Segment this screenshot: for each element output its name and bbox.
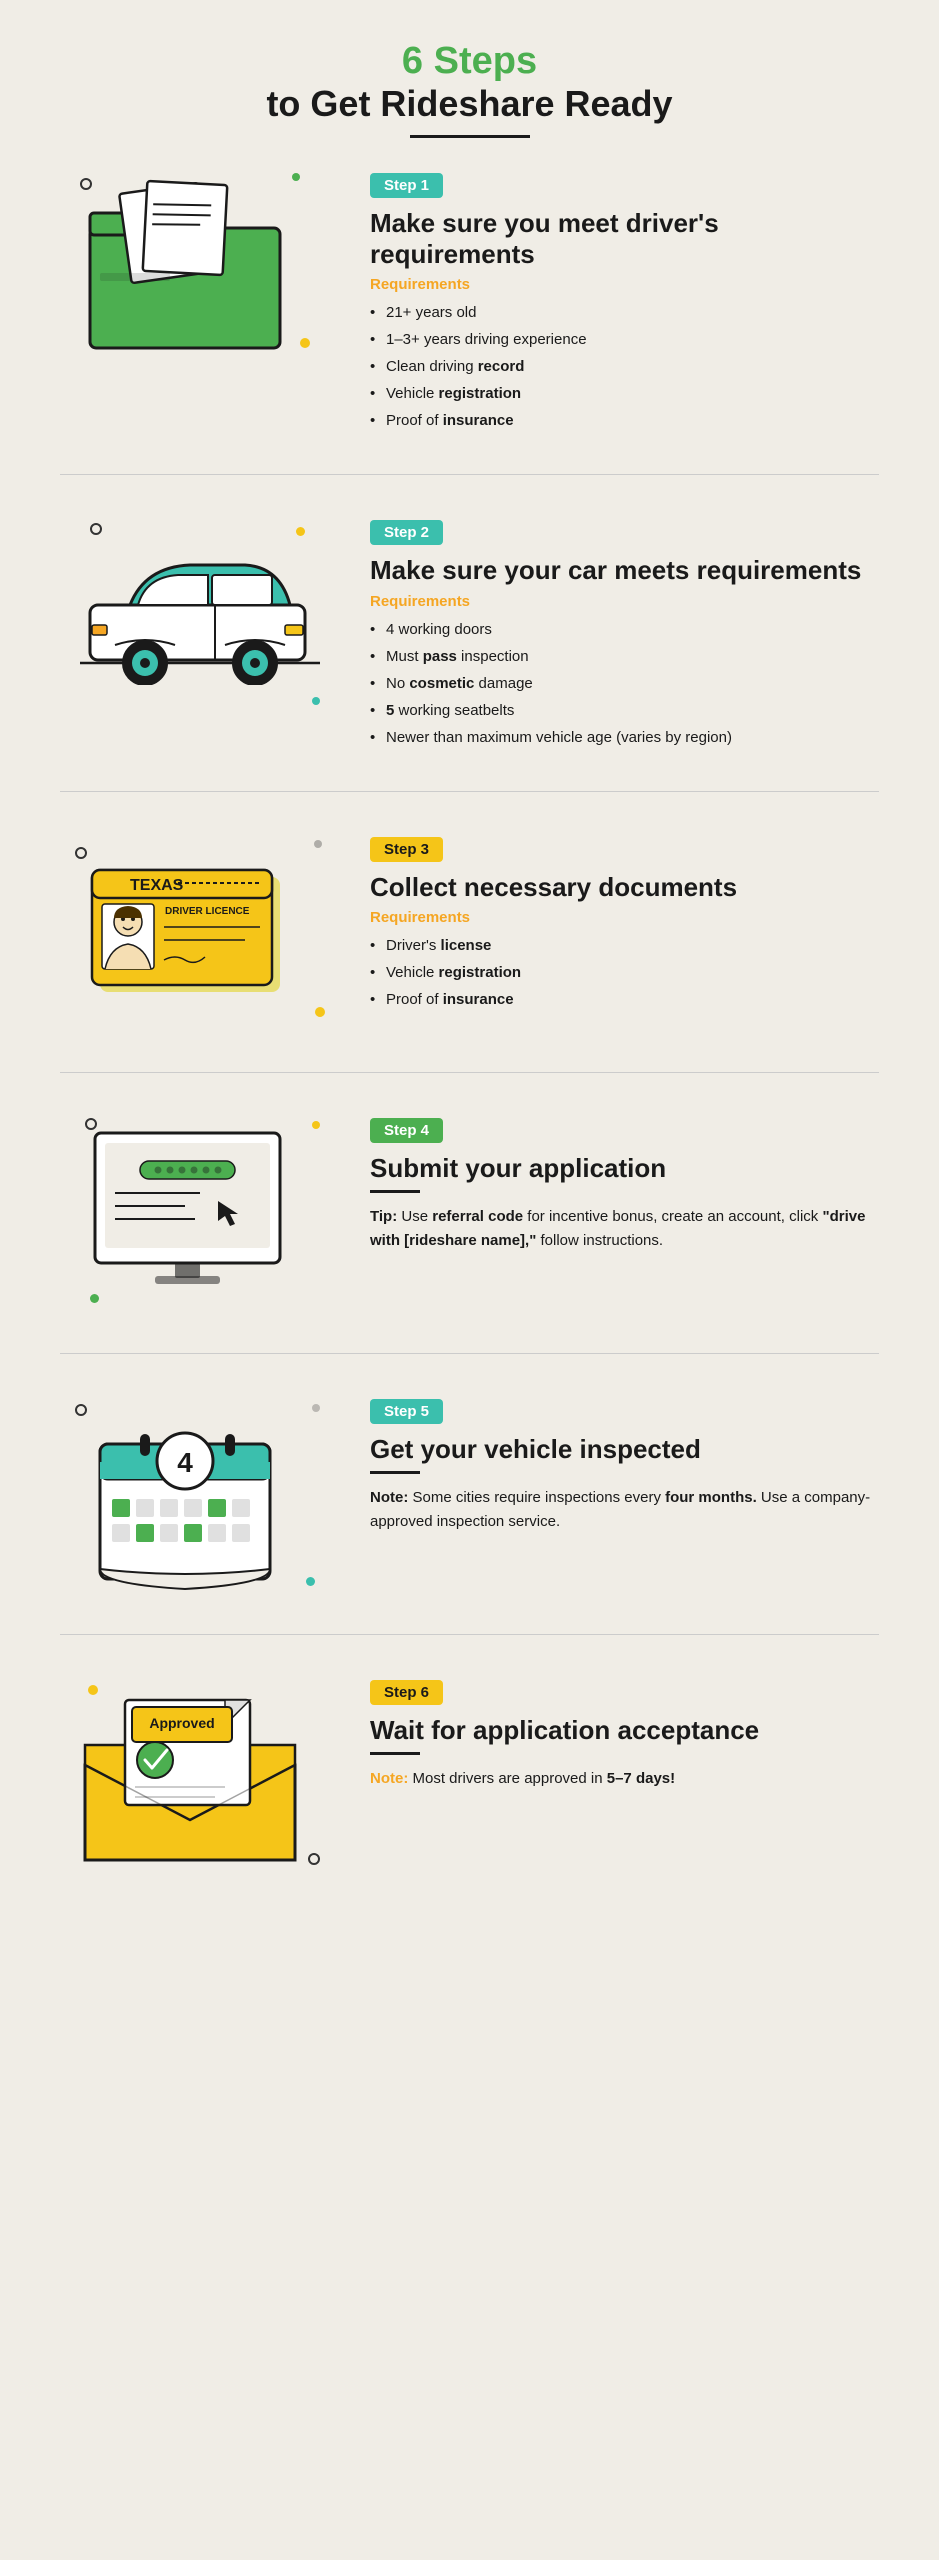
license-svg: TEXAS DRIVER LICENCE — [70, 832, 310, 1017]
step-3-requirements: Driver's license Vehicle registration Pr… — [370, 932, 879, 1013]
req-item: 1–3+ years driving experience — [370, 326, 879, 353]
step-6-image: Approved — [60, 1675, 340, 1875]
dot-yellow-1 — [300, 338, 310, 348]
dot-outline-6 — [308, 1853, 320, 1865]
dot-yellow-6 — [88, 1685, 98, 1695]
car-illustration — [70, 515, 330, 715]
title-green: 6 Steps — [60, 40, 879, 83]
step-5-image: 4 — [60, 1394, 340, 1594]
req-item: No cosmetic damage — [370, 670, 879, 697]
step-4-tip: Tip: Use referral code for incentive bon… — [370, 1205, 879, 1253]
envelope-svg: Approved — [70, 1675, 310, 1875]
step-4-title: Submit your application — [370, 1153, 879, 1184]
dot-teal-5 — [306, 1577, 315, 1586]
step-4-image — [60, 1113, 340, 1313]
dot-yellow-3 — [315, 1007, 325, 1017]
dot-dark-5 — [312, 1404, 320, 1412]
title-black: to Get Rideshare Ready — [60, 83, 879, 125]
dot-outline-4 — [85, 1118, 97, 1130]
step-6-title: Wait for application acceptance — [370, 1715, 879, 1746]
step-6-section: Step 6 Wait for application acceptance N… — [60, 1675, 879, 1915]
step-2-badge: Step 2 — [370, 520, 443, 545]
step-2-image — [60, 515, 340, 715]
step-3-badge: Step 3 — [370, 837, 443, 862]
step-5-badge: Step 5 — [370, 1399, 443, 1424]
req-item: Clean driving record — [370, 353, 879, 380]
req-item: Proof of insurance — [370, 407, 879, 434]
dot-yellow-4 — [312, 1121, 320, 1129]
dot-dark-3 — [314, 840, 322, 848]
step-1-content: Step 1 Make sure you meet driver's requi… — [370, 168, 879, 434]
req-item: Newer than maximum vehicle age (varies b… — [370, 724, 879, 751]
folder-illustration — [70, 168, 330, 368]
step-2-req-label: Requirements — [370, 593, 879, 610]
step-5-title: Get your vehicle inspected — [370, 1434, 879, 1465]
step-6-note: Note: Most drivers are approved in 5–7 d… — [370, 1767, 879, 1791]
calendar-illustration: 4 — [70, 1394, 330, 1594]
calendar-svg: 4 — [70, 1394, 310, 1594]
step-1-req-label: Requirements — [370, 276, 879, 293]
step-2-title: Make sure your car meets requirements — [370, 555, 879, 586]
req-item: Proof of insurance — [370, 986, 879, 1013]
dot-green-1 — [292, 173, 300, 181]
dot-outline-3 — [75, 847, 87, 859]
dot-outline-1 — [80, 178, 92, 190]
svg-text:4: 4 — [177, 1447, 193, 1478]
step-2-section: Step 2 Make sure your car meets requirem… — [60, 515, 879, 791]
dot-outline-5 — [75, 1404, 87, 1416]
step-1-section: Step 1 Make sure you meet driver's requi… — [60, 168, 879, 475]
step-1-badge: Step 1 — [370, 173, 443, 198]
svg-text:DRIVER LICENCE: DRIVER LICENCE — [165, 906, 250, 917]
dot-green-4 — [90, 1294, 99, 1303]
step-6-content: Step 6 Wait for application acceptance N… — [370, 1675, 879, 1791]
step-1-image — [60, 168, 340, 368]
req-item: 4 working doors — [370, 616, 879, 643]
dot-teal-2 — [312, 697, 320, 705]
svg-text:TEXAS: TEXAS — [130, 877, 184, 894]
step-3-section: TEXAS DRIVER LICENCE — [60, 832, 879, 1073]
step-4-divider — [370, 1190, 420, 1193]
computer-svg — [70, 1113, 310, 1298]
req-item: 5 working seatbelts — [370, 697, 879, 724]
page-header: 6 Steps to Get Rideshare Ready — [60, 40, 879, 125]
envelope-illustration: Approved — [70, 1675, 330, 1875]
svg-text:Approved: Approved — [149, 1715, 214, 1731]
step-5-content: Step 5 Get your vehicle inspected Note: … — [370, 1394, 879, 1534]
step-3-content: Step 3 Collect necessary documents Requi… — [370, 832, 879, 1013]
step-6-divider — [370, 1752, 420, 1755]
folder-svg — [70, 168, 300, 358]
req-item: Vehicle registration — [370, 380, 879, 407]
step-2-requirements: 4 working doors Must pass inspection No … — [370, 616, 879, 751]
step-5-section: 4 — [60, 1394, 879, 1635]
req-item: Must pass inspection — [370, 643, 879, 670]
step-3-req-label: Requirements — [370, 909, 879, 926]
req-item: Vehicle registration — [370, 959, 879, 986]
computer-illustration — [70, 1113, 330, 1313]
step-1-requirements: 21+ years old 1–3+ years driving experie… — [370, 299, 879, 434]
license-illustration: TEXAS DRIVER LICENCE — [70, 832, 330, 1032]
step-6-badge: Step 6 — [370, 1680, 443, 1705]
title-divider — [410, 135, 530, 138]
step-3-title: Collect necessary documents — [370, 872, 879, 903]
step-4-content: Step 4 Submit your application Tip: Use … — [370, 1113, 879, 1253]
req-item: Driver's license — [370, 932, 879, 959]
step-4-section: Step 4 Submit your application Tip: Use … — [60, 1113, 879, 1354]
step-5-divider — [370, 1471, 420, 1474]
step-2-content: Step 2 Make sure your car meets requirem… — [370, 515, 879, 750]
step-3-image: TEXAS DRIVER LICENCE — [60, 832, 340, 1032]
car-svg — [70, 515, 330, 685]
step-5-note: Note: Some cities require inspections ev… — [370, 1486, 879, 1534]
step-4-badge: Step 4 — [370, 1118, 443, 1143]
req-item: 21+ years old — [370, 299, 879, 326]
step-1-title: Make sure you meet driver's requirements — [370, 208, 879, 270]
